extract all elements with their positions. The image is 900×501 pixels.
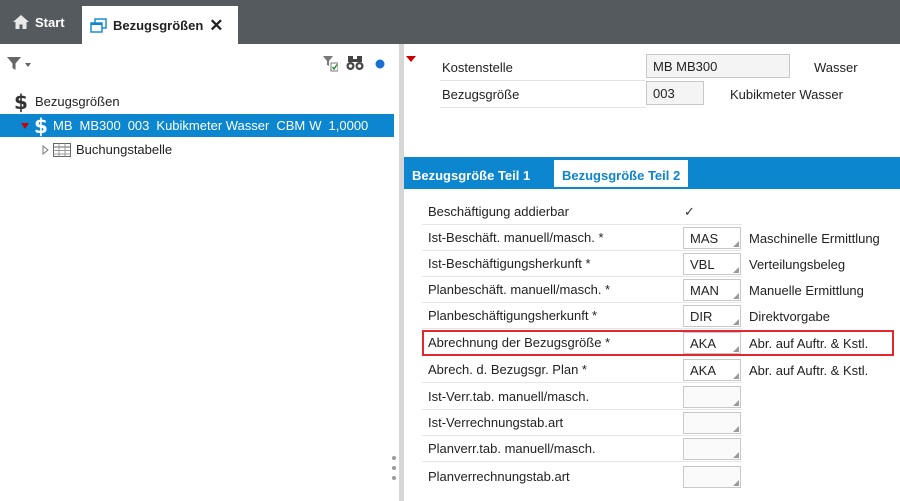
kostenstelle-field[interactable]: MB MB300 xyxy=(646,54,790,78)
collapsed-arrow-icon[interactable] xyxy=(42,144,50,155)
table-icon xyxy=(53,142,71,157)
planbeschaeftigungsherkunft-desc: Direktvorgabe xyxy=(749,309,830,324)
status-dot-icon[interactable] xyxy=(374,54,386,72)
bezugsgroesse-field[interactable]: 003 xyxy=(646,81,704,105)
field-label: Ist-Verr.tab. manuell/masch. xyxy=(428,389,590,404)
close-tab-icon[interactable]: ✕ xyxy=(209,17,223,34)
binoculars-icon[interactable] xyxy=(346,54,364,72)
ist-beschaeft-manuell-code-field[interactable]: MAS xyxy=(683,227,741,249)
row-divider xyxy=(422,382,742,383)
tree-item-buchungstabelle-label: Buchungstabelle xyxy=(76,142,173,157)
ist-beschaeft-manuell-desc: Maschinelle Ermittlung xyxy=(749,231,880,246)
bezugsgroesse-label: Bezugsgröße xyxy=(442,87,520,102)
planverrechnungstab-art-code-field[interactable] xyxy=(683,466,741,488)
tree-root[interactable]: $ Bezugsgrößen xyxy=(0,90,394,113)
beschaeftigung-addierbar-checkbox[interactable]: ✓ xyxy=(684,205,698,219)
highlight-box xyxy=(422,330,894,356)
field-label: Ist-Beschäft. manuell/masch. * xyxy=(428,230,604,245)
row-divider xyxy=(422,328,742,329)
form-row-ist-beschaeftigungsherkunft: Ist-Beschäftigungsherkunft * VBL xyxy=(422,251,742,277)
ist-beschaeftigungsherkunft-code-field[interactable]: VBL xyxy=(683,253,741,275)
ist-verrtab-manuell-code-field[interactable] xyxy=(683,386,741,408)
tree: $ Bezugsgrößen $ MB MB300 003 Kubikmeter… xyxy=(0,90,394,161)
top-bar: Start Bezugsgrößen ✕ xyxy=(0,0,900,44)
bezugsgroesse-text: Kubikmeter Wasser xyxy=(730,87,843,102)
tree-item-wert: 1,0000 xyxy=(328,118,369,133)
value-help-corner-icon xyxy=(733,267,739,273)
filter-icon[interactable] xyxy=(6,56,32,72)
ist-verrechnungstab-art-code-field[interactable] xyxy=(683,412,741,434)
value-help-corner-icon xyxy=(733,400,739,406)
value-help-corner-icon xyxy=(733,293,739,299)
field-label: Ist-Beschäftigungsherkunft * xyxy=(428,256,591,271)
tab-start[interactable]: Start xyxy=(0,6,76,38)
collapse-header-icon[interactable] xyxy=(406,56,416,62)
detail-pane: Kostenstelle MB MB300 Wasser Bezugsgröße… xyxy=(404,44,900,501)
home-icon xyxy=(13,15,29,29)
form-row-planbeschaeft-manuell: Planbeschäft. manuell/masch. * MAN xyxy=(422,277,742,303)
tab-bezugsgroessen[interactable]: Bezugsgrößen ✕ xyxy=(82,6,238,44)
ist-beschaeftigungsherkunft-desc: Verteilungsbeleg xyxy=(749,257,846,272)
divider xyxy=(440,107,645,108)
tree-item-typ: W xyxy=(309,118,322,133)
form-row-planverrtab-manuell: Planverr.tab. manuell/masch. xyxy=(422,436,742,462)
tree-item-text: Kubikmeter Wasser xyxy=(156,118,270,133)
tree-item-einheit: CBM xyxy=(276,118,306,133)
tree-item-kokrs: MB xyxy=(53,118,73,133)
splitter-grip-dot xyxy=(392,456,396,460)
kostenstelle-label: Kostenstelle xyxy=(442,60,513,75)
dollar-icon: $ xyxy=(14,89,28,114)
navigation-tree-pane: $ Bezugsgrößen $ MB MB300 003 Kubikmeter… xyxy=(0,44,399,501)
detail-tabstrip: Bezugsgröße Teil 1 Bezugsgröße Teil 2 xyxy=(404,157,900,189)
field-label: Planverrechnungstab.art xyxy=(428,469,570,484)
divider xyxy=(440,80,645,81)
kostenstelle-text: Wasser xyxy=(814,60,858,75)
abrech-bezugsgr-plan-desc: Abr. auf Auftr. & Kstl. xyxy=(749,363,869,378)
splitter-grip-dot xyxy=(392,466,396,470)
tree-item-buchungstabelle[interactable]: Buchungstabelle xyxy=(0,138,394,161)
planverrtab-manuell-code-field[interactable] xyxy=(683,438,741,460)
form-row-ist-beschaeft-manuell: Ist-Beschäft. manuell/masch. * MAS xyxy=(422,225,742,251)
field-label: Ist-Verrechnungstab.art xyxy=(428,415,564,430)
tree-root-label: Bezugsgrößen xyxy=(35,94,120,109)
form-row-planbeschaeftigungsherkunft: Planbeschäftigungsherkunft * DIR xyxy=(422,303,742,329)
field-label: Abrech. d. Bezugsgr. Plan * xyxy=(428,362,587,377)
field-label: Planbeschäft. manuell/masch. * xyxy=(428,282,611,297)
checklist-filter-icon[interactable] xyxy=(322,54,338,72)
splitter-grip-dot xyxy=(392,476,396,480)
value-help-corner-icon xyxy=(733,241,739,247)
value-help-corner-icon xyxy=(733,319,739,325)
planbeschaeftigungsherkunft-code-field[interactable]: DIR xyxy=(683,305,741,327)
form-row-beschaeftigung-addierbar: Beschäftigung addierbar ✓ xyxy=(422,199,742,225)
tab-bezugsgroesse-teil-1[interactable]: Bezugsgröße Teil 1 xyxy=(404,160,538,189)
tree-item-bezugsgroesse: 003 xyxy=(127,118,150,133)
field-label: Planbeschäftigungsherkunft * xyxy=(428,308,598,323)
value-help-corner-icon xyxy=(733,452,739,458)
field-label: Beschäftigung addierbar xyxy=(428,204,569,219)
tab-bezugsgroesse-teil-2[interactable]: Bezugsgröße Teil 2 xyxy=(554,160,689,189)
form-row-planverrechnungstab-art: Planverrechnungstab.art xyxy=(422,464,742,490)
planbeschaeft-manuell-code-field[interactable]: MAN xyxy=(683,279,741,301)
form-row-abrech-bezugsgr-plan: Abrech. d. Bezugsgr. Plan * AKA xyxy=(422,357,742,383)
value-help-corner-icon xyxy=(733,480,739,486)
window-icon xyxy=(90,17,107,33)
expanded-arrow-icon[interactable] xyxy=(20,122,30,130)
form-row-ist-verrtab-manuell: Ist-Verr.tab. manuell/masch. xyxy=(422,384,742,410)
tree-item-selected[interactable]: $ MB MB300 003 Kubikmeter Wasser CBM W 1… xyxy=(0,114,394,137)
value-help-corner-icon xyxy=(733,426,739,432)
dollar-icon: $ xyxy=(34,113,48,138)
tree-item-kostenstelle: MB300 xyxy=(79,118,121,133)
value-help-corner-icon xyxy=(733,373,739,379)
form-row-ist-verrechnungstab-art: Ist-Verrechnungstab.art xyxy=(422,410,742,436)
row-divider xyxy=(422,461,742,462)
tab-bezugsgroessen-label: Bezugsgrößen xyxy=(113,17,204,33)
field-label: Planverr.tab. manuell/masch. xyxy=(428,441,596,456)
planbeschaeft-manuell-desc: Manuelle Ermittlung xyxy=(749,283,864,298)
tab-start-label: Start xyxy=(35,14,65,30)
abrech-bezugsgr-plan-code-field[interactable]: AKA xyxy=(683,359,741,381)
